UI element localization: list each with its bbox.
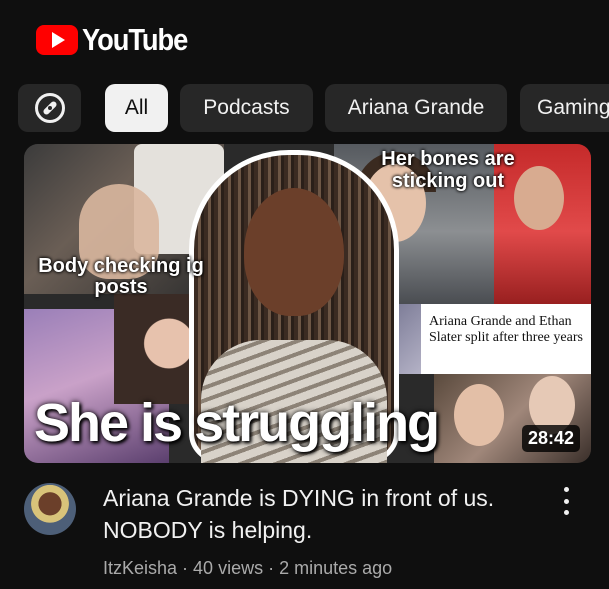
video-metadata: ItzKeisha · 40 views · 2 minutes ago [103, 558, 392, 579]
news-clipping: Ariana Grande and Ethan Slater split aft… [369, 304, 591, 374]
overlay-caption: Her bones are sticking out [381, 148, 515, 192]
channel-name[interactable]: ItzKeisha [103, 558, 177, 578]
logo-text: YouTube [82, 22, 188, 57]
view-count: 40 views [193, 558, 264, 578]
chip-bar: All Podcasts Ariana Grande Gaming [0, 84, 609, 132]
meta-separator: · [177, 558, 194, 578]
overlay-headline: She is struggling [34, 393, 440, 453]
meta-separator: · [263, 558, 280, 578]
explore-button[interactable] [18, 84, 81, 132]
app-header: YouTube [0, 0, 609, 75]
chip-podcasts[interactable]: Podcasts [180, 84, 313, 132]
chip-all[interactable]: All [105, 84, 168, 132]
compass-icon [34, 93, 65, 123]
chip-ariana-grande[interactable]: Ariana Grande [325, 84, 507, 132]
channel-avatar[interactable] [24, 483, 76, 535]
play-logo-icon [36, 25, 78, 55]
news-headline: Ariana Grande and Ethan Slater split aft… [429, 314, 583, 345]
overlay-caption: Body checking ig posts [38, 255, 204, 298]
chip-gaming[interactable]: Gaming [520, 84, 609, 132]
video-title[interactable]: Ariana Grande is DYING in front of us. N… [103, 482, 523, 546]
upload-time: 2 minutes ago [279, 558, 393, 578]
duration-badge: 28:42 [521, 425, 580, 452]
video-thumbnail[interactable]: Ariana Grande and Ethan Slater split aft… [24, 144, 591, 463]
more-vert-icon[interactable] [556, 484, 576, 518]
youtube-logo[interactable]: YouTube [36, 22, 202, 58]
